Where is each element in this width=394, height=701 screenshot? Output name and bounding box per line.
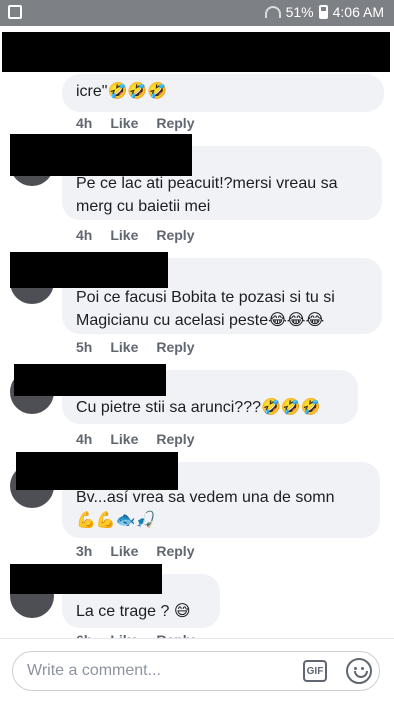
comment-time[interactable]: 3h xyxy=(76,543,92,559)
comment-actions: 3h Like Reply xyxy=(76,543,194,559)
comment-text: Cu pietre stii sa arunci???🤣🤣🤣 xyxy=(76,399,321,416)
comment-time[interactable]: 4h xyxy=(76,115,92,131)
comment-placeholder: Write a comment... xyxy=(27,662,161,679)
reply-button[interactable]: Reply xyxy=(156,339,194,355)
reply-button[interactable]: Reply xyxy=(156,543,194,559)
comment-text: Poi ce facusi Bobita te pozasi si tu si … xyxy=(76,289,335,329)
reply-button[interactable]: Reply xyxy=(156,431,194,447)
redacted-name xyxy=(16,452,178,490)
like-button[interactable]: Like xyxy=(110,115,138,131)
like-button[interactable]: Like xyxy=(110,431,138,447)
comment-text: Pe ce lac ati peacuit!?mersi vreau sa me… xyxy=(76,175,338,215)
redacted-header xyxy=(2,32,390,72)
comment-bubble: icre"🤣🤣🤣 xyxy=(62,74,384,112)
redacted-name xyxy=(10,252,168,288)
comment-actions: 4h Like Reply xyxy=(76,115,194,131)
comment-text: La ce trage ? 😅 xyxy=(76,603,191,620)
status-right: 51% 4:06 AM xyxy=(264,4,384,20)
wifi-icon xyxy=(264,6,281,18)
redacted-name xyxy=(14,364,166,396)
status-bar: 51% 4:06 AM xyxy=(0,0,394,26)
like-button[interactable]: Like xyxy=(110,339,138,355)
comment-actions: 5h Like Reply xyxy=(76,339,194,355)
redacted-name xyxy=(10,134,192,176)
comment-actions: 4h Like Reply xyxy=(76,431,194,447)
comment-text: icre"🤣🤣🤣 xyxy=(76,83,168,100)
battery-percent: 51% xyxy=(285,4,314,20)
gif-button[interactable]: GIF xyxy=(303,660,327,682)
comment-time[interactable]: 4h xyxy=(76,431,92,447)
image-notification-icon xyxy=(8,5,22,19)
comment-emoji: 💪💪🐟🎣 xyxy=(76,512,156,529)
reply-button[interactable]: Reply xyxy=(156,227,194,243)
comment-composer: Write a comment... GIF xyxy=(0,638,394,701)
like-button[interactable]: Like xyxy=(110,543,138,559)
battery-icon xyxy=(318,5,328,19)
comment-input[interactable]: Write a comment... GIF xyxy=(12,651,380,691)
comment-actions: 4h Like Reply xyxy=(76,227,194,243)
reply-button[interactable]: Reply xyxy=(156,115,194,131)
comment-time[interactable]: 4h xyxy=(76,227,92,243)
like-button[interactable]: Like xyxy=(110,227,138,243)
comment-time[interactable]: 5h xyxy=(76,339,92,355)
redacted-name xyxy=(10,564,162,594)
clock: 4:06 AM xyxy=(332,4,384,20)
emoji-icon[interactable] xyxy=(346,658,372,684)
